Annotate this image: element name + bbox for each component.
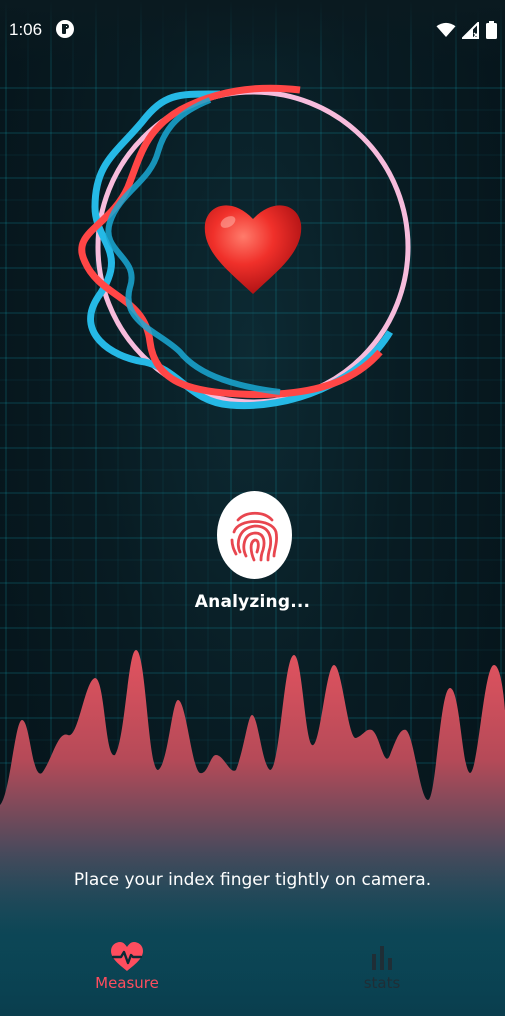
nav-label-measure: Measure [95, 974, 159, 992]
bar-chart-icon [372, 946, 392, 970]
nav-item-stats[interactable]: stats [312, 942, 452, 1002]
status-time: 1:06 [9, 20, 43, 39]
battery-icon [486, 21, 497, 39]
heart-icon [204, 205, 302, 294]
nav-item-measure[interactable]: Measure [57, 942, 197, 1002]
fingerprint-icon [230, 511, 278, 562]
status-icons [436, 20, 497, 40]
status-bar: 1:06 [0, 0, 505, 62]
heart-pulse-ring [78, 84, 411, 410]
bottom-navigation: Measure stats [0, 930, 505, 1016]
cellular-signal-icon [462, 21, 479, 39]
nav-label-stats: stats [363, 974, 401, 992]
heart-pulse-icon [111, 942, 143, 971]
status-text: Analyzing... [194, 592, 311, 612]
heart-rate-screen: 1:06 Analyzing... Place your index finge… [0, 0, 505, 1016]
app-notification-icon [56, 20, 74, 38]
instruction-text: Place your index finger tightly on camer… [73, 870, 432, 890]
wifi-icon [436, 22, 456, 37]
fingerprint-button[interactable] [217, 491, 292, 579]
